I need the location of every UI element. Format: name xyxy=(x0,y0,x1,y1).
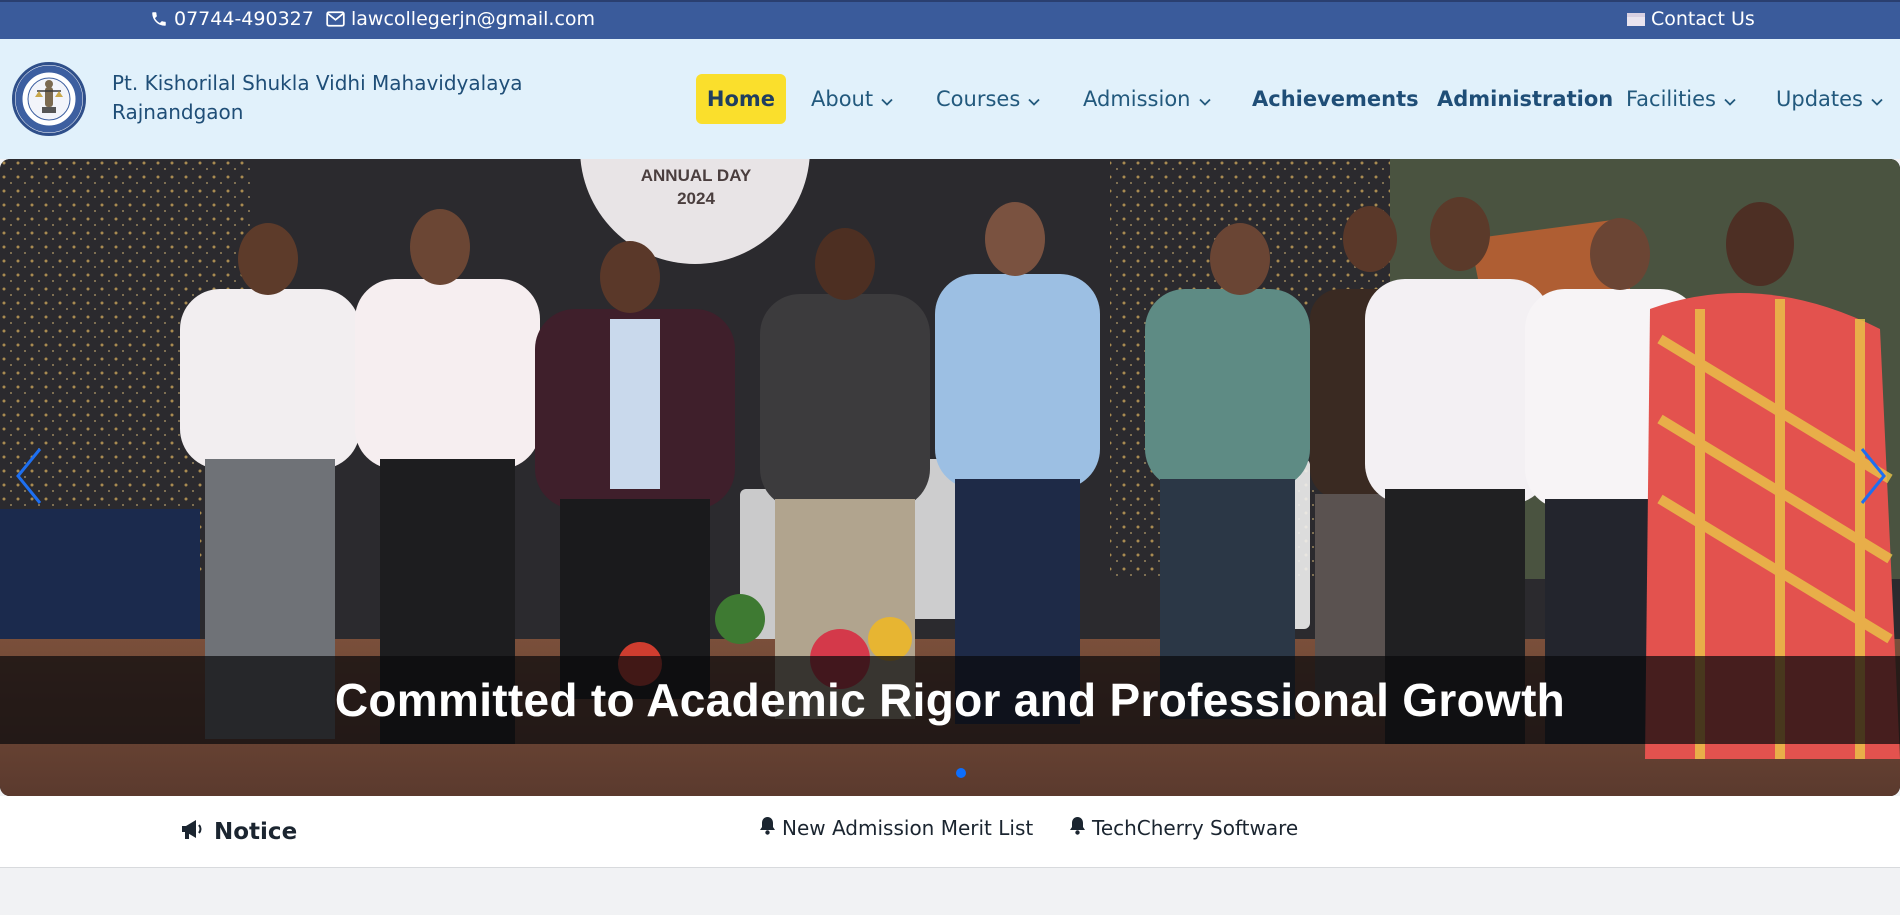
notice-title: Notice xyxy=(214,819,298,845)
megaphone-icon xyxy=(180,818,204,846)
nav-facilities-label: Facilities xyxy=(1626,87,1716,111)
slide-caption-band: Committed to Academic Rigor and Professi… xyxy=(0,656,1900,744)
flag-icon xyxy=(1627,12,1645,26)
nav-courses[interactable]: Courses xyxy=(936,74,1040,124)
badge-line1: ANNUAL DAY xyxy=(641,166,752,185)
chevron-down-icon xyxy=(1871,87,1883,111)
nav-about[interactable]: About xyxy=(811,74,893,124)
notice-heading: Notice xyxy=(180,818,297,846)
person-6 xyxy=(1145,223,1310,719)
main-navbar: Pt. Kishorilal Shukla Vidhi Mahavidyalay… xyxy=(0,39,1900,159)
nav-achievements[interactable]: Achievements xyxy=(1252,74,1419,124)
nav-administration[interactable]: Administration xyxy=(1437,74,1613,124)
chevron-down-icon xyxy=(1724,87,1736,111)
nav-administration-label: Administration xyxy=(1437,87,1614,111)
college-name-line2: Rajnandgaon xyxy=(112,100,244,124)
chevron-down-icon xyxy=(1028,87,1040,111)
carousel-next-button[interactable] xyxy=(1852,441,1892,511)
hero-carousel: ANNUAL DAY 2024 Committed to Academic Ri… xyxy=(0,159,1900,796)
person-5 xyxy=(935,202,1100,724)
nav-home[interactable]: Home xyxy=(696,74,786,124)
envelope-icon xyxy=(326,11,345,27)
notice-item-label: TechCherry Software xyxy=(1092,816,1299,840)
phone-number: 07744-490327 xyxy=(174,8,314,30)
notice-item[interactable]: New Admission Merit List xyxy=(759,816,1033,840)
chevron-left-icon xyxy=(10,448,50,515)
top-contact-bar: 07744-490327 lawcollegerjn@gmail.com Con… xyxy=(0,0,1900,39)
notice-item-label: New Admission Merit List xyxy=(782,816,1034,840)
nav-admission[interactable]: Admission xyxy=(1083,74,1211,124)
page-body-start xyxy=(0,868,1900,915)
nav-about-label: About xyxy=(811,87,874,111)
chevron-down-icon xyxy=(881,87,893,111)
college-logo[interactable] xyxy=(12,62,86,136)
carousel-indicator-1[interactable] xyxy=(956,768,966,778)
college-name-line1: Pt. Kishorilal Shukla Vidhi Mahavidyalay… xyxy=(112,71,523,95)
email-link[interactable]: lawcollegerjn@gmail.com xyxy=(326,8,595,30)
slide-caption: Committed to Academic Rigor and Professi… xyxy=(334,674,1566,726)
carousel-prev-button[interactable] xyxy=(10,441,50,511)
nav-updates-label: Updates xyxy=(1776,87,1863,111)
nav-home-label: Home xyxy=(706,87,776,111)
phone-icon xyxy=(150,10,168,28)
college-name[interactable]: Pt. Kishorilal Shukla Vidhi Mahavidyalay… xyxy=(112,69,572,127)
phone-link[interactable]: 07744-490327 xyxy=(150,8,314,30)
bell-icon xyxy=(759,816,776,840)
bell-icon xyxy=(1069,816,1086,840)
contact-us-link[interactable]: Contact Us xyxy=(1627,8,1755,30)
nav-achievements-label: Achievements xyxy=(1252,87,1419,111)
badge-line2: 2024 xyxy=(677,189,715,208)
nav-admission-label: Admission xyxy=(1083,87,1191,111)
contact-us-label: Contact Us xyxy=(1651,8,1755,30)
notice-bar: Notice New Admission Merit List TechCher… xyxy=(0,796,1900,868)
nav-updates[interactable]: Updates xyxy=(1776,74,1883,124)
nav-courses-label: Courses xyxy=(936,87,1021,111)
notice-item[interactable]: TechCherry Software xyxy=(1069,816,1298,840)
chevron-down-icon xyxy=(1198,87,1211,111)
nav-facilities[interactable]: Facilities xyxy=(1626,74,1736,124)
chevron-right-icon xyxy=(1852,448,1892,515)
email-address: lawcollegerjn@gmail.com xyxy=(351,8,596,30)
